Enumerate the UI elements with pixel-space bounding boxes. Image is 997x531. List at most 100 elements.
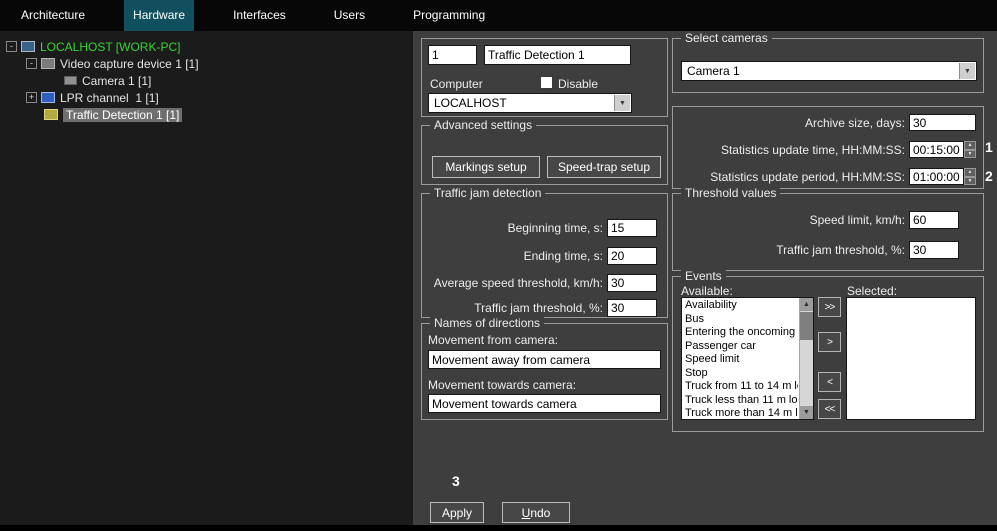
app-window: Architecture Hardware Interfaces Users P…	[0, 0, 997, 531]
tab-programming[interactable]: Programming	[404, 0, 494, 31]
available-label: Available:	[681, 284, 733, 298]
spinner-up-icon[interactable]	[964, 168, 976, 177]
undo-accelerator: U	[522, 506, 531, 520]
traffic-jam-threshold-pct-input[interactable]	[909, 241, 959, 259]
scroll-up-icon[interactable]	[800, 298, 813, 311]
speed-trap-setup-button[interactable]: Speed-trap setup	[547, 156, 661, 178]
ending-time-input[interactable]	[607, 247, 657, 265]
spinner-up-icon[interactable]	[964, 141, 976, 150]
collapse-icon[interactable]: -	[26, 58, 37, 69]
callout-2: 2	[985, 168, 993, 184]
camera-select[interactable]: Camera 1	[681, 61, 977, 81]
group-title: Select cameras	[681, 31, 772, 45]
computer-select-value: LOCALHOST	[434, 96, 507, 110]
events-group: Events Available: Selected: Availability…	[672, 276, 984, 432]
move-all-right-button[interactable]: >>	[818, 297, 841, 317]
traffic-jam-threshold-pct-label: Traffic jam threshold, %:	[679, 243, 905, 257]
chevron-down-icon[interactable]	[614, 95, 630, 111]
callout-1: 1	[985, 139, 993, 155]
tree-item-label: LPR channel 1 [1]	[60, 91, 159, 105]
tree-item-video-capture-device[interactable]: - Video capture device 1 [1]	[0, 55, 413, 72]
move-left-button[interactable]: <	[818, 372, 841, 392]
chevron-down-icon[interactable]	[959, 63, 975, 79]
traffic-jam-detection-group: Traffic jam detection Beginning time, s:…	[421, 193, 668, 318]
group-title: Threshold values	[681, 186, 780, 200]
statistics-update-time-label: Statistics update time, HH:MM:SS:	[679, 143, 905, 157]
list-item[interactable]: Truck less than 11 m lon	[682, 394, 798, 408]
expand-icon[interactable]: +	[26, 92, 37, 103]
list-item[interactable]: Truck from 11 to 14 m lo	[682, 380, 798, 394]
list-item[interactable]: Bus	[682, 313, 798, 327]
tree-item-localhost[interactable]: - LOCALHOST [WORK-PC]	[0, 38, 413, 55]
average-speed-threshold-input[interactable]	[607, 274, 657, 292]
lpr-channel-icon	[41, 92, 55, 103]
camera-icon	[64, 76, 77, 85]
select-cameras-group: Select cameras Camera 1	[672, 38, 984, 93]
capture-device-icon	[41, 58, 55, 69]
tree-item-label: LOCALHOST [WORK-PC]	[40, 40, 180, 54]
statistics-update-time-input[interactable]	[909, 141, 964, 158]
vertical-scrollbar[interactable]	[799, 298, 813, 419]
disable-label: Disable	[558, 77, 598, 91]
group-title: Advanced settings	[430, 118, 536, 132]
tab-hardware[interactable]: Hardware	[124, 0, 194, 31]
traffic-detection-icon	[44, 109, 58, 120]
available-events-list[interactable]: Availability Bus Entering the oncoming l…	[681, 297, 814, 420]
scroll-down-icon[interactable]	[800, 406, 813, 419]
computer-label: Computer	[430, 77, 483, 91]
collapse-icon[interactable]: -	[6, 41, 17, 52]
computer-select[interactable]: LOCALHOST	[428, 93, 632, 113]
speed-limit-input[interactable]	[909, 211, 959, 229]
scrollbar-thumb[interactable]	[800, 312, 813, 340]
statistics-group: Archive size, days: Statistics update ti…	[672, 106, 984, 189]
camera-select-value: Camera 1	[687, 64, 740, 78]
movement-from-camera-input[interactable]	[428, 350, 661, 369]
list-item[interactable]: Entering the oncoming la	[682, 326, 798, 340]
list-item[interactable]: Passenger car	[682, 340, 798, 354]
settings-panel: Computer Disable LOCALHOST Advanced sett…	[413, 31, 997, 525]
beginning-time-input[interactable]	[607, 219, 657, 237]
list-item[interactable]: Speed limit	[682, 353, 798, 367]
advanced-settings-group: Advanced settings Markings setup Speed-t…	[421, 125, 668, 185]
move-all-left-button[interactable]: <<	[818, 399, 841, 419]
threshold-values-group: Threshold values Speed limit, km/h: Traf…	[672, 193, 984, 271]
list-item[interactable]: Truck more than 14 m lo	[682, 407, 798, 419]
archive-size-input[interactable]	[909, 114, 976, 131]
statistics-update-period-input[interactable]	[909, 168, 964, 185]
movement-from-camera-label: Movement from camera:	[428, 333, 558, 347]
tree-item-label-selected: Traffic Detection 1 [1]	[63, 108, 182, 122]
computer-icon	[21, 41, 35, 52]
list-item[interactable]: Stop	[682, 367, 798, 381]
tree-item-lpr-channel[interactable]: + LPR channel 1 [1]	[0, 89, 413, 106]
tree-item-traffic-detection[interactable]: Traffic Detection 1 [1]	[0, 106, 413, 123]
tab-interfaces[interactable]: Interfaces	[224, 0, 295, 31]
spinner-down-icon[interactable]	[964, 177, 976, 186]
average-speed-threshold-label: Average speed threshold, km/h:	[424, 276, 603, 290]
tree-item-label: Camera 1 [1]	[82, 74, 151, 88]
movement-towards-camera-label: Movement towards camera:	[428, 378, 576, 392]
selected-events-list[interactable]	[846, 297, 976, 420]
traffic-jam-threshold-input[interactable]	[607, 299, 657, 317]
object-name-input[interactable]	[484, 45, 631, 65]
statistics-update-time-spinner[interactable]	[964, 141, 976, 158]
spinner-down-icon[interactable]	[964, 150, 976, 159]
tree-item-camera[interactable]: Camera 1 [1]	[0, 72, 413, 89]
undo-button[interactable]: Undo	[502, 502, 570, 523]
tab-users[interactable]: Users	[325, 0, 374, 31]
move-right-button[interactable]: >	[818, 332, 841, 352]
list-item[interactable]: Availability	[682, 299, 798, 313]
speed-limit-label: Speed limit, km/h:	[679, 213, 905, 227]
apply-button[interactable]: Apply	[430, 502, 484, 523]
beginning-time-label: Beginning time, s:	[424, 221, 603, 235]
tab-architecture[interactable]: Architecture	[12, 0, 94, 31]
disable-checkbox[interactable]	[540, 76, 553, 89]
statistics-update-period-spinner[interactable]	[964, 168, 976, 185]
movement-towards-camera-input[interactable]	[428, 394, 661, 413]
markings-setup-button[interactable]: Markings setup	[432, 156, 540, 178]
main-menu-bar: Architecture Hardware Interfaces Users P…	[0, 0, 997, 31]
ending-time-label: Ending time, s:	[424, 249, 603, 263]
tree-item-label: Video capture device 1 [1]	[60, 57, 199, 71]
object-id-input[interactable]	[428, 45, 477, 65]
names-of-directions-group: Names of directions Movement from camera…	[421, 323, 668, 420]
available-events-items: Availability Bus Entering the oncoming l…	[682, 299, 798, 419]
